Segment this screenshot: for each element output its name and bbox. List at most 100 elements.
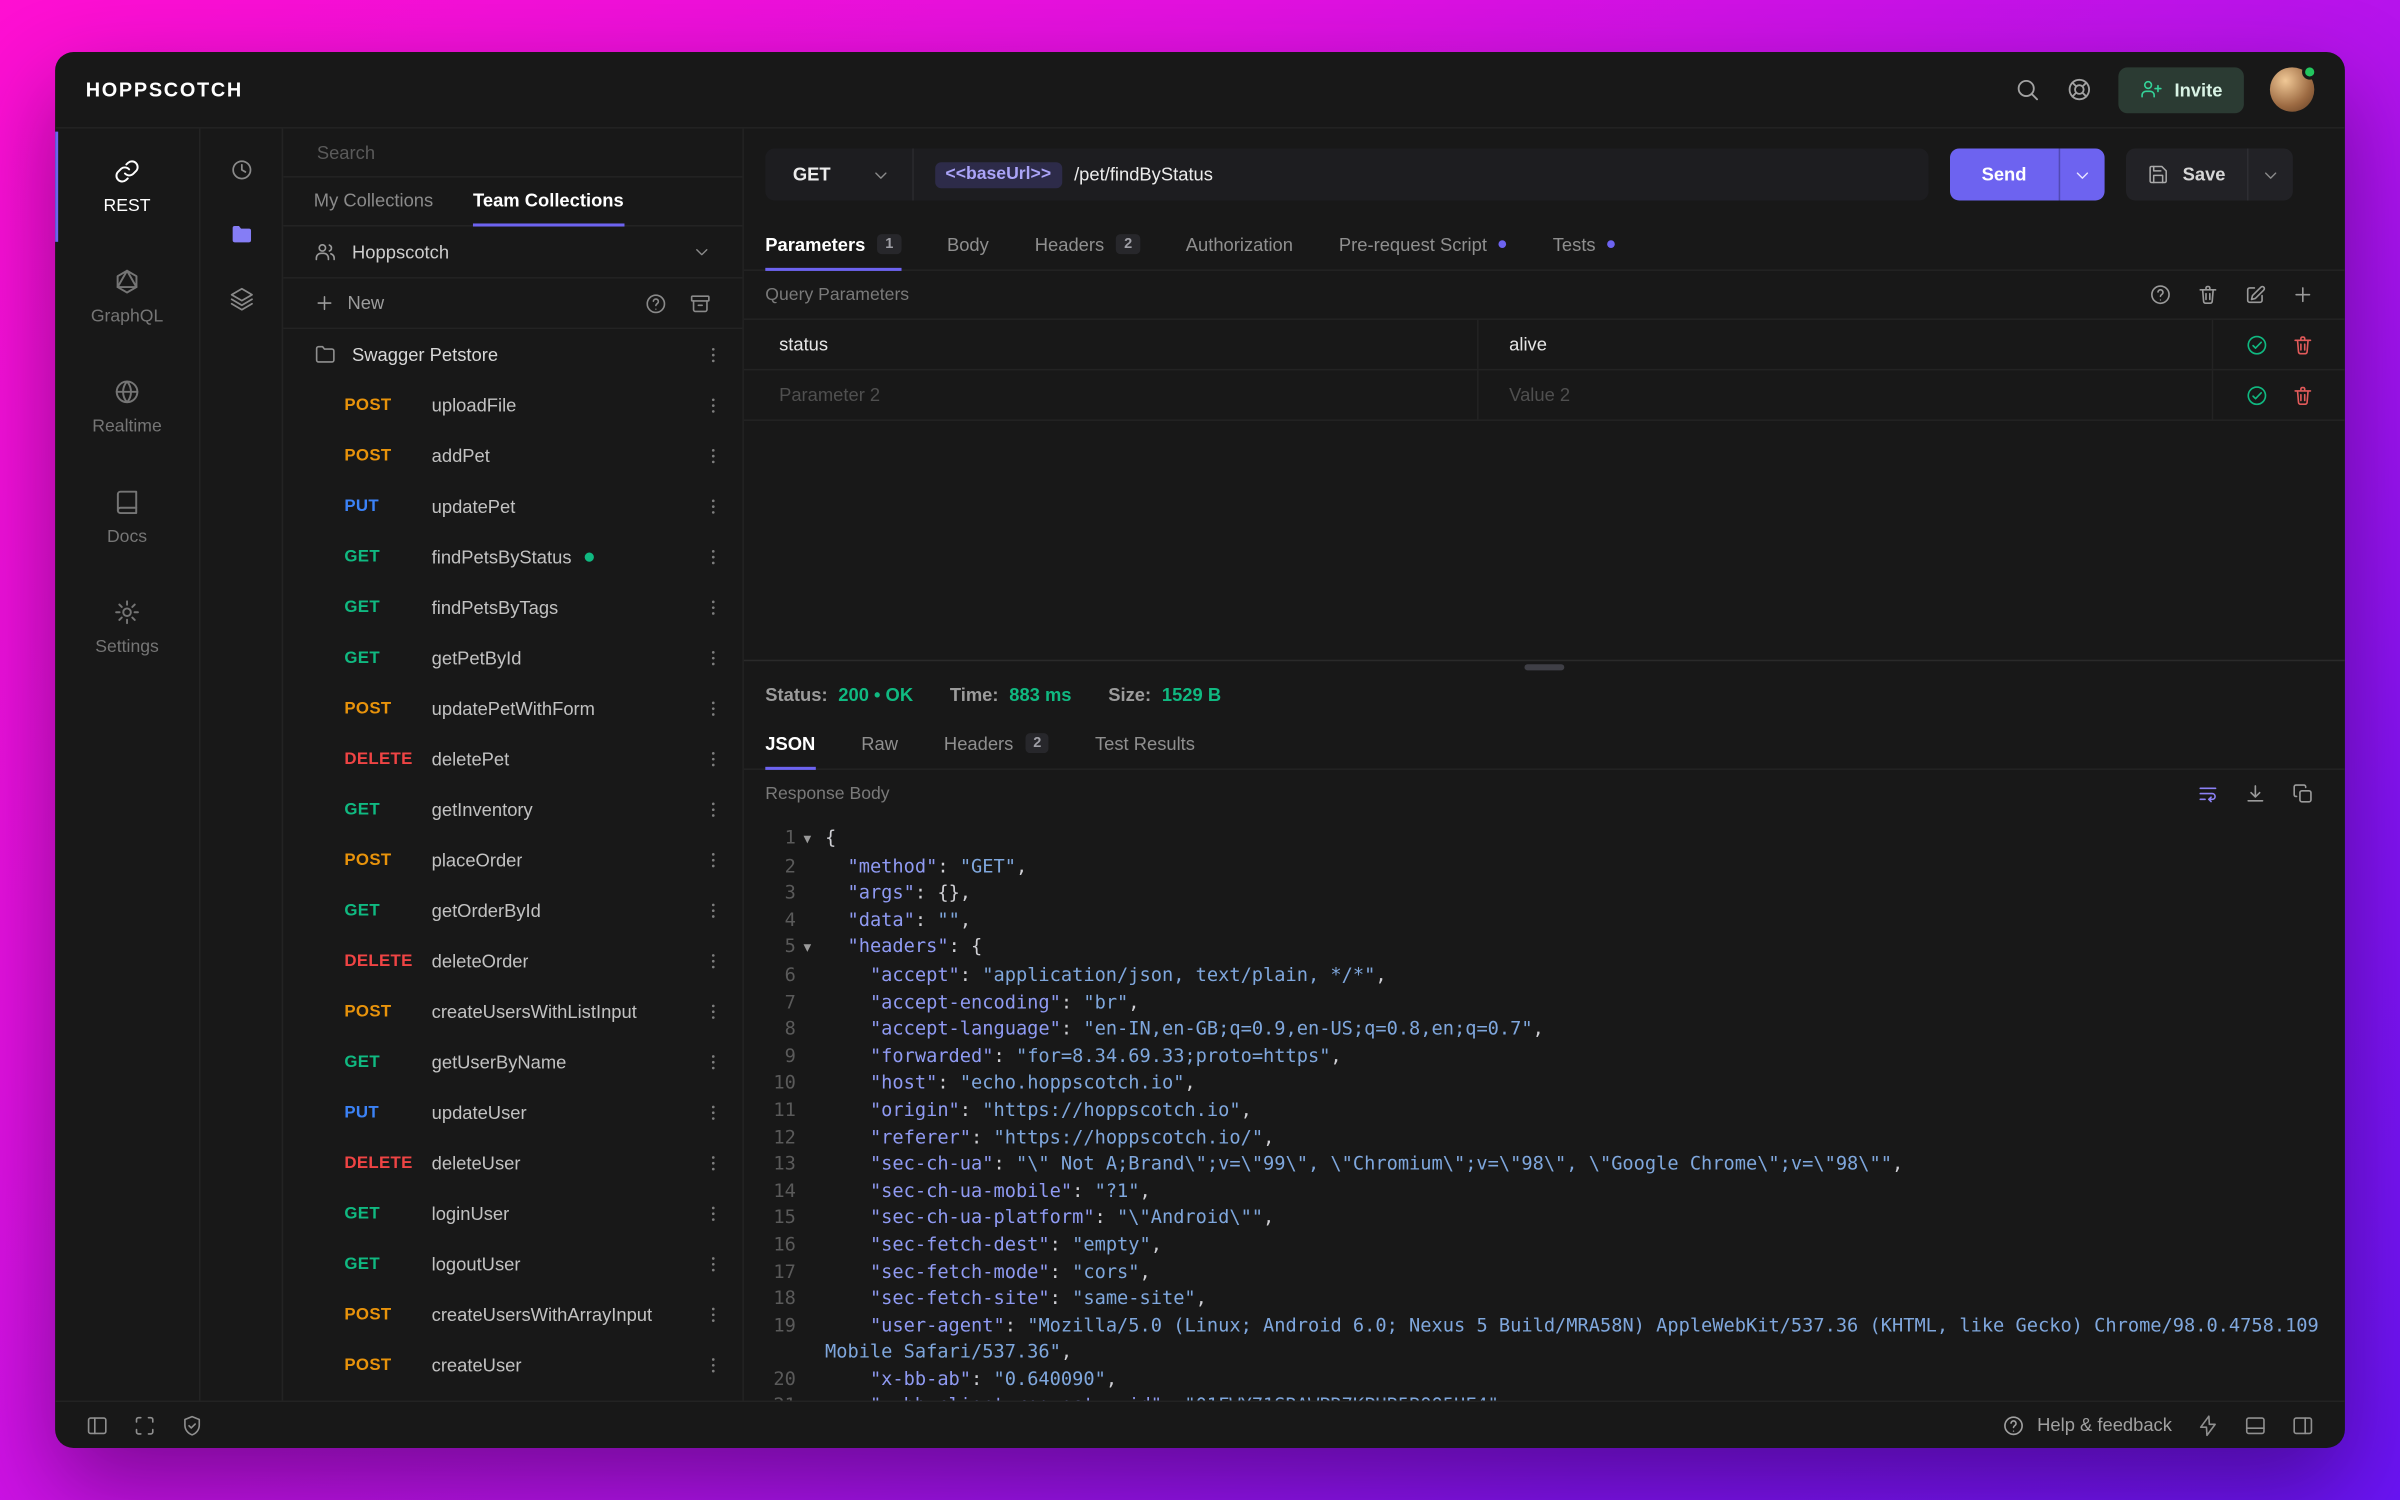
base-url-chip[interactable]: <<baseUrl>> <box>934 161 1062 188</box>
sidebar-toggle-icon[interactable] <box>86 1414 109 1437</box>
search-input[interactable] <box>313 140 712 165</box>
environments-tab-button[interactable] <box>215 272 267 324</box>
response-tab[interactable]: JSON <box>765 719 816 770</box>
more-options-icon[interactable] <box>703 1152 724 1173</box>
more-options-icon[interactable] <box>703 1051 724 1072</box>
collection-item[interactable]: POST createUser <box>283 1339 742 1390</box>
nav-item-realtime[interactable]: Realtime <box>55 352 199 462</box>
import-export-icon[interactable] <box>689 292 712 315</box>
response-tab[interactable]: Headers 2 <box>944 719 1050 770</box>
nav-item-settings[interactable]: Settings <box>55 572 199 682</box>
collection-item[interactable]: DELETE deleteOrder <box>283 935 742 986</box>
copy-icon[interactable] <box>2291 782 2314 805</box>
save-button[interactable]: Save <box>2126 148 2247 200</box>
more-options-icon[interactable] <box>703 899 724 920</box>
panel-layout-icon[interactable] <box>2244 1414 2267 1437</box>
collections-tab[interactable]: Team Collections <box>473 178 624 227</box>
url-input[interactable]: <<baseUrl>> /pet/findByStatus <box>913 148 1928 200</box>
send-button[interactable]: Send <box>1949 148 2058 200</box>
collection-item[interactable]: POST addPet <box>283 430 742 481</box>
more-options-icon[interactable] <box>703 748 724 769</box>
new-collection-button[interactable]: New <box>314 292 384 314</box>
more-options-icon[interactable] <box>703 647 724 668</box>
parameter-delete-icon[interactable] <box>2291 333 2314 356</box>
download-icon[interactable] <box>2244 782 2267 805</box>
search-button[interactable] <box>2014 77 2040 103</box>
method-select[interactable]: GET <box>765 148 914 201</box>
request-tab[interactable]: Tests <box>1553 220 1616 271</box>
more-options-icon[interactable] <box>703 849 724 870</box>
help-feedback-button[interactable]: Help & feedback <box>2002 1414 2172 1437</box>
more-options-icon[interactable] <box>703 445 724 466</box>
collection-item[interactable]: GET findPetsByStatus <box>283 531 742 582</box>
collection-item[interactable]: POST updatePetWithForm <box>283 683 742 734</box>
more-options-icon[interactable] <box>703 697 724 718</box>
collection-item[interactable]: GET getUserByName <box>283 1036 742 1087</box>
collection-item[interactable] <box>283 1390 742 1401</box>
request-tab[interactable]: Parameters 1 <box>765 220 902 271</box>
more-options-icon[interactable] <box>703 950 724 971</box>
more-options-icon[interactable] <box>703 1253 724 1274</box>
request-tab[interactable]: Authorization <box>1186 220 1293 271</box>
more-options-icon[interactable] <box>703 394 724 415</box>
invite-button[interactable]: Invite <box>2117 66 2244 113</box>
bulk-edit-icon[interactable] <box>2244 283 2267 306</box>
parameter-active-toggle-icon[interactable] <box>2245 383 2268 406</box>
collection-item[interactable]: DELETE deletePet <box>283 733 742 784</box>
collection-item[interactable]: POST uploadFile <box>283 380 742 431</box>
send-options-caret[interactable] <box>2058 148 2105 201</box>
request-tab[interactable]: Headers 2 <box>1035 220 1140 271</box>
collection-item[interactable]: GET getOrderById <box>283 885 742 936</box>
more-options-icon[interactable] <box>703 1101 724 1122</box>
nav-item-docs[interactable]: Docs <box>55 462 199 572</box>
collection-item[interactable]: POST createUsersWithListInput <box>283 986 742 1037</box>
more-options-icon[interactable] <box>703 798 724 819</box>
collections-tab[interactable]: My Collections <box>314 178 433 227</box>
shortcuts-zap-icon[interactable] <box>2196 1414 2219 1437</box>
collection-item[interactable]: GET findPetsByTags <box>283 582 742 633</box>
parameter-key-input[interactable]: status <box>744 320 1477 369</box>
parameter-active-toggle-icon[interactable] <box>2245 333 2268 356</box>
parameter-value-input[interactable]: Value 2 <box>1477 370 2212 420</box>
fold-arrow-icon[interactable] <box>804 831 812 848</box>
collection-item[interactable]: PUT updateUser <box>283 1087 742 1138</box>
save-options-caret[interactable] <box>2246 148 2293 201</box>
interceptor-shield-icon[interactable] <box>181 1414 204 1437</box>
more-options-icon[interactable] <box>703 344 724 365</box>
request-tab[interactable]: Body <box>947 220 989 271</box>
right-panel-toggle-icon[interactable] <box>2291 1414 2314 1437</box>
collection-item[interactable]: Swagger Petstore <box>283 329 742 380</box>
more-options-icon[interactable] <box>703 495 724 516</box>
more-options-icon[interactable] <box>703 546 724 567</box>
resize-handle[interactable] <box>1524 664 1565 671</box>
wrap-lines-icon[interactable] <box>2196 782 2219 805</box>
request-tab[interactable]: Pre-request Script <box>1339 220 1507 271</box>
more-options-icon[interactable] <box>703 1354 724 1375</box>
response-body-code[interactable]: 1 { 2 "method": "GET", <box>744 817 2345 1401</box>
parameter-delete-icon[interactable] <box>2291 383 2314 406</box>
response-tab[interactable]: Raw <box>861 719 898 770</box>
collection-item[interactable]: DELETE deleteUser <box>283 1137 742 1188</box>
collection-item[interactable]: GET getInventory <box>283 784 742 835</box>
nav-item-graphql[interactable]: GraphQL <box>55 242 199 352</box>
fold-arrow-icon[interactable] <box>804 940 812 957</box>
more-options-icon[interactable] <box>703 1303 724 1324</box>
collection-item[interactable]: GET logoutUser <box>283 1238 742 1289</box>
more-options-icon[interactable] <box>703 596 724 617</box>
collection-item[interactable]: POST createUsersWithArrayInput <box>283 1289 742 1340</box>
parameter-value-input[interactable]: alive <box>1477 319 2212 369</box>
history-tab-button[interactable] <box>215 144 267 196</box>
response-tab[interactable]: Test Results <box>1095 719 1195 770</box>
collection-item[interactable]: PUT updatePet <box>283 481 742 532</box>
support-button[interactable] <box>2066 77 2092 103</box>
help-circle-icon[interactable] <box>644 292 667 315</box>
add-parameter-icon[interactable] <box>2291 283 2314 306</box>
more-options-icon[interactable] <box>703 1000 724 1021</box>
help-circle-icon[interactable] <box>2149 283 2172 306</box>
parameter-key-input[interactable]: Parameter 2 <box>744 370 1477 419</box>
nav-item-rest[interactable]: REST <box>55 131 199 242</box>
user-avatar[interactable] <box>2269 64 2318 112</box>
delete-all-icon[interactable] <box>2196 283 2219 306</box>
collection-item[interactable]: POST placeOrder <box>283 834 742 885</box>
expand-icon[interactable] <box>133 1414 156 1437</box>
